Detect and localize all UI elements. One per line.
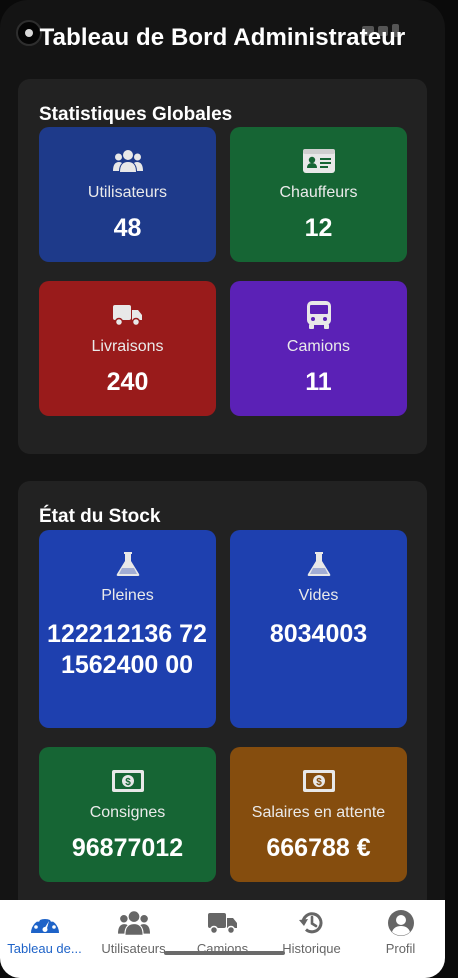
users-icon bbox=[39, 147, 216, 175]
home-indicator bbox=[164, 951, 285, 955]
nav-item-trucks[interactable]: Camions bbox=[178, 908, 267, 956]
stat-label-deliveries: Livraisons bbox=[91, 338, 164, 355]
stock-value-deposits: 96877012 bbox=[71, 834, 184, 862]
stat-label-trucks: Camions bbox=[286, 338, 351, 355]
section-title-global-stats: Statistiques Globales bbox=[39, 104, 233, 125]
global-stats-section: Statistiques Globales Utilisateurs 48 Ch… bbox=[18, 79, 427, 454]
page-title: Tableau de Bord Administrateur bbox=[39, 24, 406, 51]
stat-label-users: Utilisateurs bbox=[87, 184, 168, 201]
phone-screen: Tableau de Bord Administrateur Statistiq… bbox=[0, 0, 445, 978]
money-bill-icon: $ bbox=[39, 767, 216, 795]
money-bill-icon: $ bbox=[230, 767, 407, 795]
stock-value-empty: 8034003 bbox=[269, 620, 368, 648]
truck-icon bbox=[39, 301, 216, 329]
nav-item-users[interactable]: Utilisateurs bbox=[89, 908, 178, 956]
bus-icon bbox=[230, 301, 407, 329]
screen-edge bbox=[445, 0, 458, 978]
stock-label-pending-salaries: Salaires en attente bbox=[251, 804, 386, 821]
flask-icon bbox=[230, 550, 407, 578]
stock-value-pending-salaries: 666788 € bbox=[266, 834, 371, 862]
svg-text:$: $ bbox=[125, 777, 131, 788]
stock-section: État du Stock Pleines 122212136 72156240… bbox=[18, 481, 427, 911]
stock-label-deposits: Consignes bbox=[89, 804, 166, 821]
stat-value-drivers: 12 bbox=[304, 214, 333, 242]
stock-label-empty: Vides bbox=[298, 587, 339, 604]
nav-item-dashboard[interactable]: Tableau de... bbox=[0, 908, 89, 956]
stock-card-pending-salaries[interactable]: $ Salaires en attente 666788 € bbox=[230, 747, 407, 882]
nav-label-dashboard: Tableau de... bbox=[7, 941, 82, 956]
stat-value-users: 48 bbox=[113, 214, 142, 242]
section-title-stock: État du Stock bbox=[39, 506, 161, 527]
dashboard-gauge-icon bbox=[0, 908, 89, 938]
stock-label-full: Pleines bbox=[101, 587, 154, 604]
stat-card-users[interactable]: Utilisateurs 48 bbox=[39, 127, 216, 262]
nav-item-profile[interactable]: Profil bbox=[356, 908, 445, 956]
stat-value-trucks: 11 bbox=[305, 368, 332, 396]
svg-text:$: $ bbox=[316, 777, 322, 788]
id-card-icon bbox=[230, 147, 407, 175]
stat-card-trucks[interactable]: Camions 11 bbox=[230, 281, 407, 416]
bottom-navigation: Tableau de... Utilisateurs Camions Histo… bbox=[0, 900, 445, 978]
stock-card-deposits[interactable]: $ Consignes 96877012 bbox=[39, 747, 216, 882]
nav-item-history[interactable]: Historique bbox=[267, 908, 356, 956]
stock-card-empty[interactable]: Vides 8034003 bbox=[230, 530, 407, 728]
stock-value-full: 122212136 721562400 00 bbox=[47, 620, 207, 679]
nav-label-profile: Profil bbox=[385, 941, 416, 956]
profile-icon bbox=[356, 908, 445, 938]
stat-card-deliveries[interactable]: Livraisons 240 bbox=[39, 281, 216, 416]
stat-value-deliveries: 240 bbox=[106, 368, 149, 396]
stat-label-drivers: Chauffeurs bbox=[279, 184, 358, 201]
history-icon bbox=[267, 908, 356, 938]
stock-card-full[interactable]: Pleines 122212136 721562400 00 bbox=[39, 530, 216, 728]
users-icon bbox=[89, 908, 178, 938]
flask-icon bbox=[39, 550, 216, 578]
stat-card-drivers[interactable]: Chauffeurs 12 bbox=[230, 127, 407, 262]
truck-icon bbox=[178, 908, 267, 938]
